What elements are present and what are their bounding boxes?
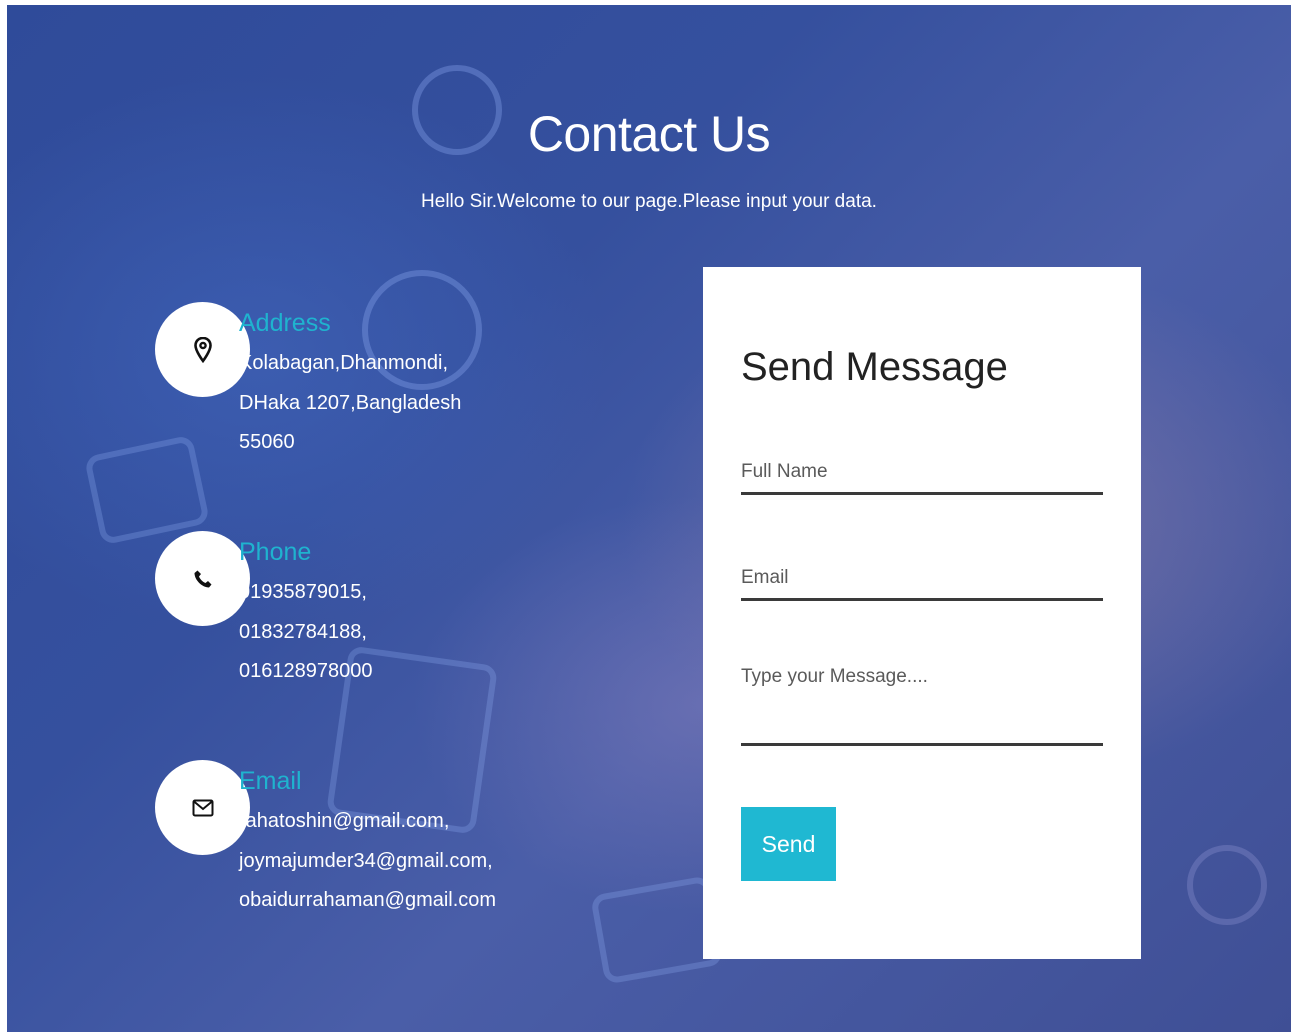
decorative-video-shape xyxy=(83,434,211,546)
email-icon-badge xyxy=(155,760,250,855)
address-line: 55060 xyxy=(239,431,295,453)
phone-number: 01832784188, xyxy=(239,620,367,643)
email-input[interactable] xyxy=(741,558,1103,598)
email-address: obaidurrahaman@gmail.com xyxy=(239,889,497,911)
message-field xyxy=(741,660,1103,746)
address-heading: Address xyxy=(239,309,331,337)
envelope-icon xyxy=(192,799,213,816)
phone-heading: Phone xyxy=(239,538,312,566)
send-button[interactable]: Send xyxy=(741,807,836,881)
address-line: DHaka 1207,Bangladesh xyxy=(239,391,462,414)
email-field xyxy=(741,558,1103,601)
full-name-field xyxy=(741,452,1103,495)
page-title: Contact Us xyxy=(527,106,771,162)
send-message-form: Send Message Send xyxy=(703,267,1141,959)
email-heading: Email xyxy=(239,767,302,795)
full-name-input[interactable] xyxy=(741,452,1103,492)
phone-icon xyxy=(194,570,211,587)
map-pin-icon xyxy=(193,336,212,363)
form-title: Send Message xyxy=(741,345,1008,389)
phone-number: 01935879015, xyxy=(239,581,367,603)
address-icon-badge xyxy=(155,302,250,397)
address-line: Kolabagan,Dhanmondi, xyxy=(239,352,449,374)
email-address: joymajumder34@gmail.com, xyxy=(239,849,493,872)
phone-number: 016128978000 xyxy=(239,660,373,682)
email-address: rahatoshin@gmail.com, xyxy=(239,810,450,832)
page-subtitle: Hello Sir.Welcome to our page.Please inp… xyxy=(421,191,877,212)
decorative-circle-shape xyxy=(1187,845,1267,925)
message-textarea[interactable] xyxy=(741,660,1103,742)
phone-icon-badge xyxy=(155,531,250,626)
contact-hero-section: Contact Us Hello Sir.Welcome to our page… xyxy=(7,5,1291,1032)
